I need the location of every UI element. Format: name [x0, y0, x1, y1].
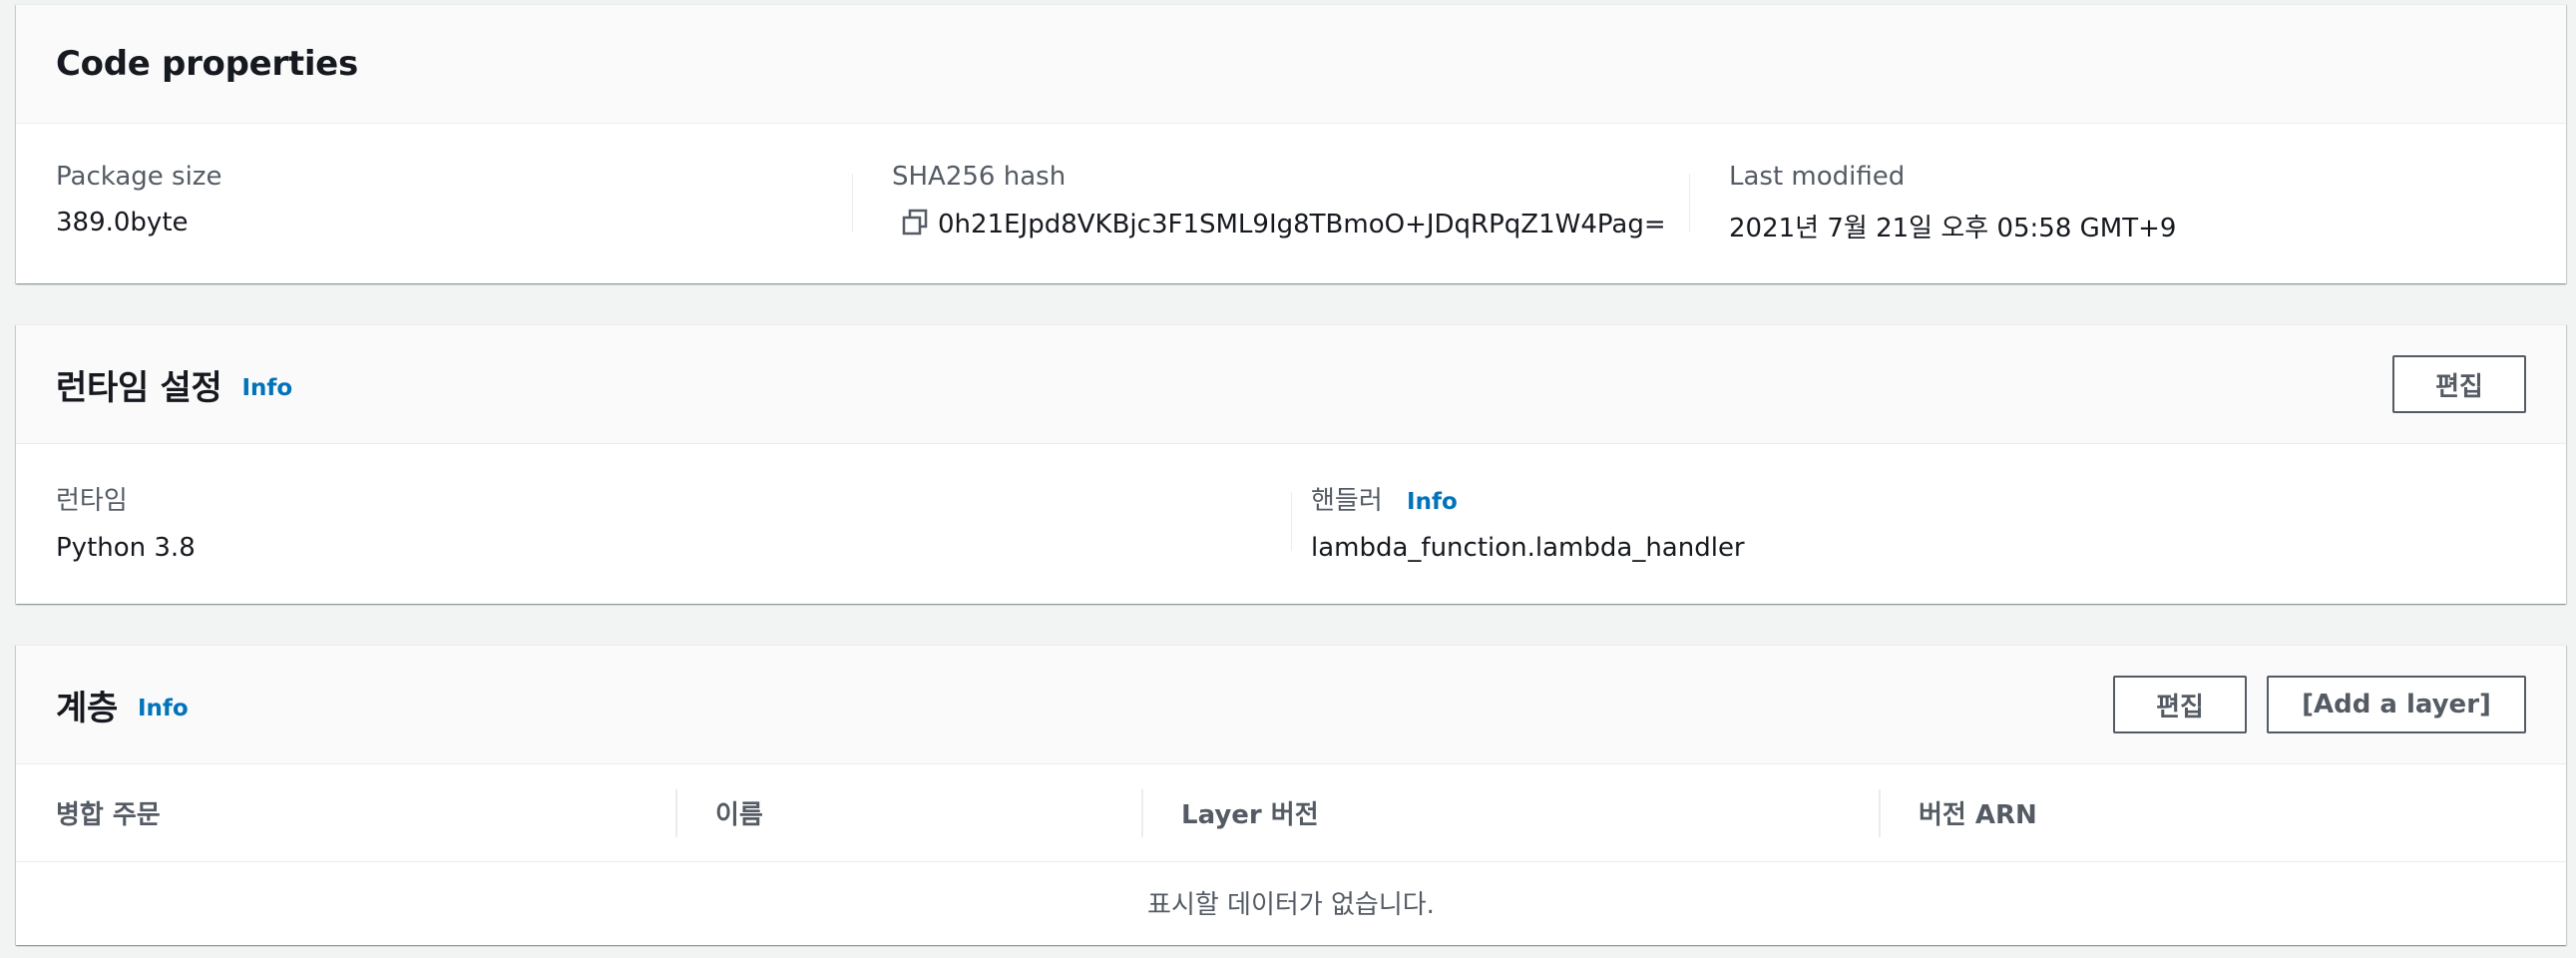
layers-table-header: 병합 주문 이름 Layer 버전 버전 ARN: [16, 764, 2566, 862]
runtime-settings-panel: 런타임 설정 Info 편집 런타임 Python 3.8 핸들러 Info l…: [16, 324, 2566, 604]
layers-info-link[interactable]: Info: [138, 696, 189, 721]
sha256-label: SHA256 hash: [892, 162, 1067, 192]
code-properties-panel: Code properties Package size 389.0byte S…: [16, 4, 2566, 283]
column-merge-order[interactable]: 병합 주문: [16, 789, 675, 837]
handler-field: 핸들러 Info lambda_function.lambda_handler: [1291, 480, 2566, 563]
code-properties-title: Code properties: [56, 44, 358, 84]
column-name[interactable]: 이름: [675, 788, 1141, 837]
sha256-field: SHA256 hash 0h21EJpd8VKBjc3F1SML9Ig8TBmo…: [852, 162, 1689, 244]
handler-info-link[interactable]: Info: [1407, 489, 1458, 515]
runtime-field: 런타임 Python 3.8: [16, 480, 1291, 563]
last-modified-label: Last modified: [1729, 162, 1906, 192]
package-size-value: 389.0byte: [56, 208, 189, 238]
code-properties-header: Code properties: [16, 5, 2566, 124]
runtime-label: 런타임: [56, 486, 128, 516]
runtime-settings-info-link[interactable]: Info: [241, 375, 292, 401]
runtime-settings-row: 런타임 Python 3.8 핸들러 Info lambda_function.…: [16, 444, 2566, 563]
last-modified-field: Last modified 2021년 7월 21일 오후 05:58 GMT+…: [1689, 162, 2566, 244]
add-layer-button[interactable]: [Add a layer]: [2267, 676, 2526, 733]
package-size-label: Package size: [56, 162, 222, 192]
copy-icon[interactable]: [900, 208, 930, 238]
runtime-settings-header: 런타임 설정 Info 편집: [16, 325, 2566, 444]
layers-panel: 계층 Info 편집 [Add a layer] 병합 주문 이름 Layer …: [16, 645, 2566, 945]
sha256-value: 0h21EJpd8VKBjc3F1SML9Ig8TBmoO+JDqRPqZ1W4…: [938, 210, 1666, 240]
layers-header: 계층 Info 편집 [Add a layer]: [16, 646, 2566, 764]
code-properties-row: Package size 389.0byte SHA256 hash 0h21E…: [16, 124, 2566, 244]
runtime-value: Python 3.8: [56, 533, 196, 563]
layers-edit-button[interactable]: 편집: [2113, 676, 2247, 733]
runtime-settings-title: 런타임 설정: [56, 367, 222, 408]
runtime-edit-button[interactable]: 편집: [2392, 355, 2526, 413]
layers-empty-message: 표시할 데이터가 없습니다.: [1147, 889, 1435, 920]
package-size-field: Package size 389.0byte: [16, 162, 852, 244]
column-layer-version[interactable]: Layer 버전: [1141, 788, 1879, 837]
handler-value: lambda_function.lambda_handler: [1311, 533, 1745, 563]
handler-label: 핸들러: [1311, 486, 1383, 516]
last-modified-value: 2021년 7월 21일 오후 05:58 GMT+9: [1729, 214, 2177, 243]
sha256-value-row: 0h21EJpd8VKBjc3F1SML9Ig8TBmoO+JDqRPqZ1W4…: [892, 208, 1689, 240]
layers-title: 계층: [56, 688, 118, 728]
column-version-arn[interactable]: 버전 ARN: [1879, 788, 2566, 837]
handler-label-row: 핸들러 Info: [1311, 480, 2566, 517]
